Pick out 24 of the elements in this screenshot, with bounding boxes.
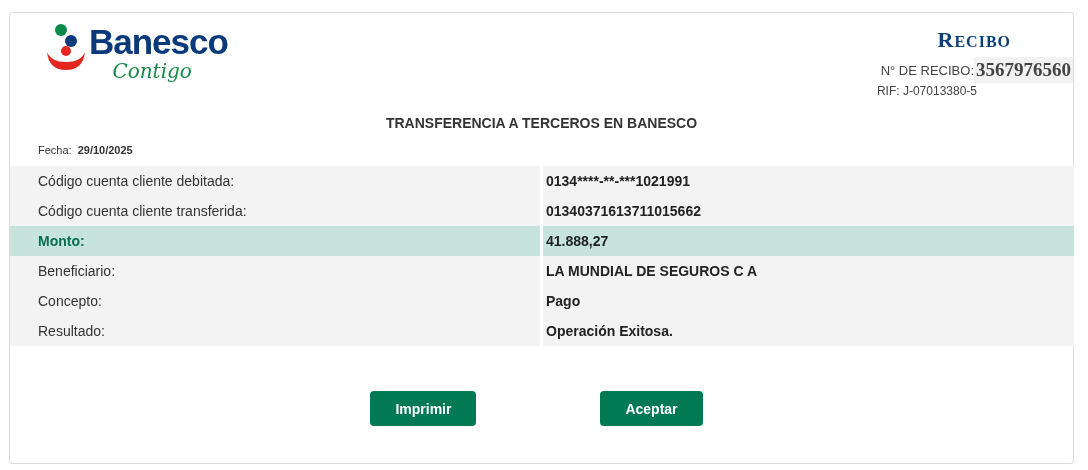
label-cell: Monto:: [10, 226, 540, 256]
date-value: 29/10/2025: [77, 144, 133, 158]
value-cell: 41.888,27: [543, 226, 1074, 256]
receipt-title: RECIBO: [937, 27, 1011, 53]
transfer-heading: TRANSFERENCIA A TERCEROS EN BANESCO: [384, 115, 699, 131]
logo-wordmark: Banesco: [89, 24, 228, 60]
logo-icon: [45, 24, 87, 72]
date-label: Fecha:: [38, 144, 72, 158]
label-cell: Resultado:: [10, 316, 540, 346]
logo-tagline: Contigo: [112, 60, 192, 82]
rif-text: RIF: J-07013380-5: [876, 84, 977, 98]
label-cell: Beneficiario:: [10, 256, 540, 286]
value-cell: Pago: [543, 286, 1074, 316]
value-cell: LA MUNDIAL DE SEGUROS C A: [543, 256, 1074, 286]
action-button[interactable]: Imprimir: [370, 391, 477, 426]
receipt-number-label: N° DE RECIBO:: [880, 62, 974, 78]
value-cell: 01340371613711015662: [543, 196, 1074, 226]
action-button[interactable]: Aceptar: [600, 391, 703, 426]
value-cell: Operación Exitosa.: [543, 316, 1074, 346]
label-cell: Código cuenta cliente debitada:: [10, 166, 540, 196]
receipt-number: 3567976560: [974, 57, 1073, 83]
label-cell: Código cuenta cliente transferida:: [10, 196, 540, 226]
value-cell: 0134****-**-***1021991: [543, 166, 1074, 196]
label-cell: Concepto:: [10, 286, 540, 316]
